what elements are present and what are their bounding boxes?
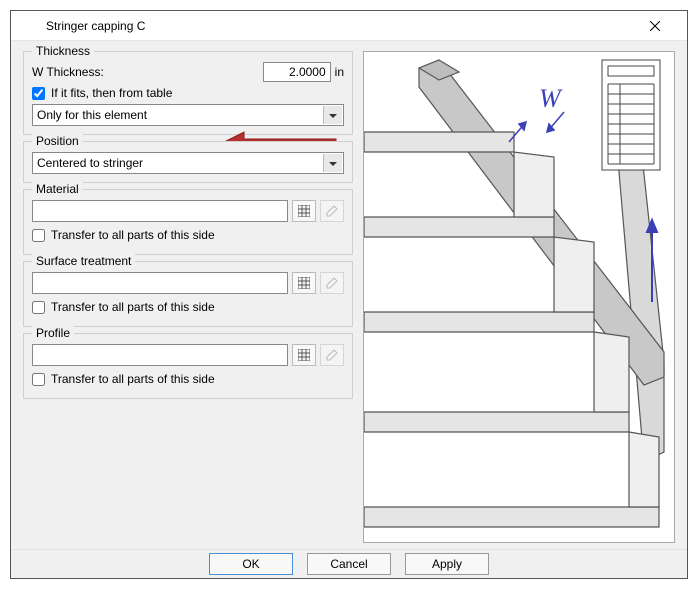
material-input[interactable]	[32, 200, 288, 222]
close-icon	[650, 21, 660, 31]
material-legend: Material	[32, 182, 83, 196]
fit-from-table-label: If it fits, then from table	[51, 86, 172, 100]
position-group: Position Centered to stringer	[23, 141, 353, 183]
surface-transfer-label: Transfer to all parts of this side	[51, 300, 215, 314]
grid-icon	[298, 277, 310, 289]
titlebar: Stringer capping C	[11, 11, 687, 41]
grid-icon	[298, 349, 310, 361]
material-group: Material	[23, 189, 353, 255]
profile-transfer-checkbox[interactable]	[32, 373, 45, 386]
profile-browse-button[interactable]	[292, 344, 316, 366]
pencil-icon	[326, 205, 338, 217]
surface-transfer-checkbox[interactable]	[32, 301, 45, 314]
window-title: Stringer capping C	[46, 19, 145, 33]
position-legend: Position	[32, 134, 83, 148]
close-button[interactable]	[633, 11, 677, 41]
thickness-scope-value: Only for this element	[37, 108, 147, 122]
material-transfer-checkbox[interactable]	[32, 229, 45, 242]
grid-icon	[298, 205, 310, 217]
profile-input[interactable]	[32, 344, 288, 366]
profile-legend: Profile	[32, 326, 74, 340]
surface-input[interactable]	[32, 272, 288, 294]
w-thickness-label: W Thickness:	[32, 65, 182, 79]
dimension-w-label: W	[539, 84, 563, 113]
position-value: Centered to stringer	[37, 156, 143, 170]
surface-edit-button[interactable]	[320, 272, 344, 294]
cancel-button[interactable]: Cancel	[307, 553, 391, 575]
material-transfer-label: Transfer to all parts of this side	[51, 228, 215, 242]
thickness-scope-select[interactable]: Only for this element	[32, 104, 344, 126]
right-column: W	[363, 51, 675, 543]
pencil-icon	[326, 349, 338, 361]
apply-button[interactable]: Apply	[405, 553, 489, 575]
profile-transfer-label: Transfer to all parts of this side	[51, 372, 215, 386]
fit-from-table-checkbox[interactable]	[32, 87, 45, 100]
surface-browse-button[interactable]	[292, 272, 316, 294]
pencil-icon	[326, 277, 338, 289]
thickness-group: Thickness W Thickness: in If it fits, th…	[23, 51, 353, 135]
w-thickness-input[interactable]	[263, 62, 331, 82]
profile-edit-button[interactable]	[320, 344, 344, 366]
surface-legend: Surface treatment	[32, 254, 135, 268]
ok-button[interactable]: OK	[209, 553, 293, 575]
surface-group: Surface treatment	[23, 261, 353, 327]
button-bar: OK Cancel Apply	[11, 549, 687, 578]
profile-group: Profile	[23, 333, 353, 399]
chevron-down-icon	[329, 114, 337, 118]
position-select[interactable]: Centered to stringer	[32, 152, 344, 174]
thickness-legend: Thickness	[32, 44, 94, 58]
material-edit-button[interactable]	[320, 200, 344, 222]
material-browse-button[interactable]	[292, 200, 316, 222]
left-column: Thickness W Thickness: in If it fits, th…	[23, 51, 353, 543]
w-thickness-unit: in	[335, 65, 344, 79]
dialog-window: Stringer capping C Thickness W Thickness…	[10, 10, 688, 579]
preview-illustration: W	[364, 52, 674, 542]
chevron-down-icon	[329, 162, 337, 166]
preview-pane: W	[363, 51, 675, 543]
content-area: Thickness W Thickness: in If it fits, th…	[11, 41, 687, 549]
